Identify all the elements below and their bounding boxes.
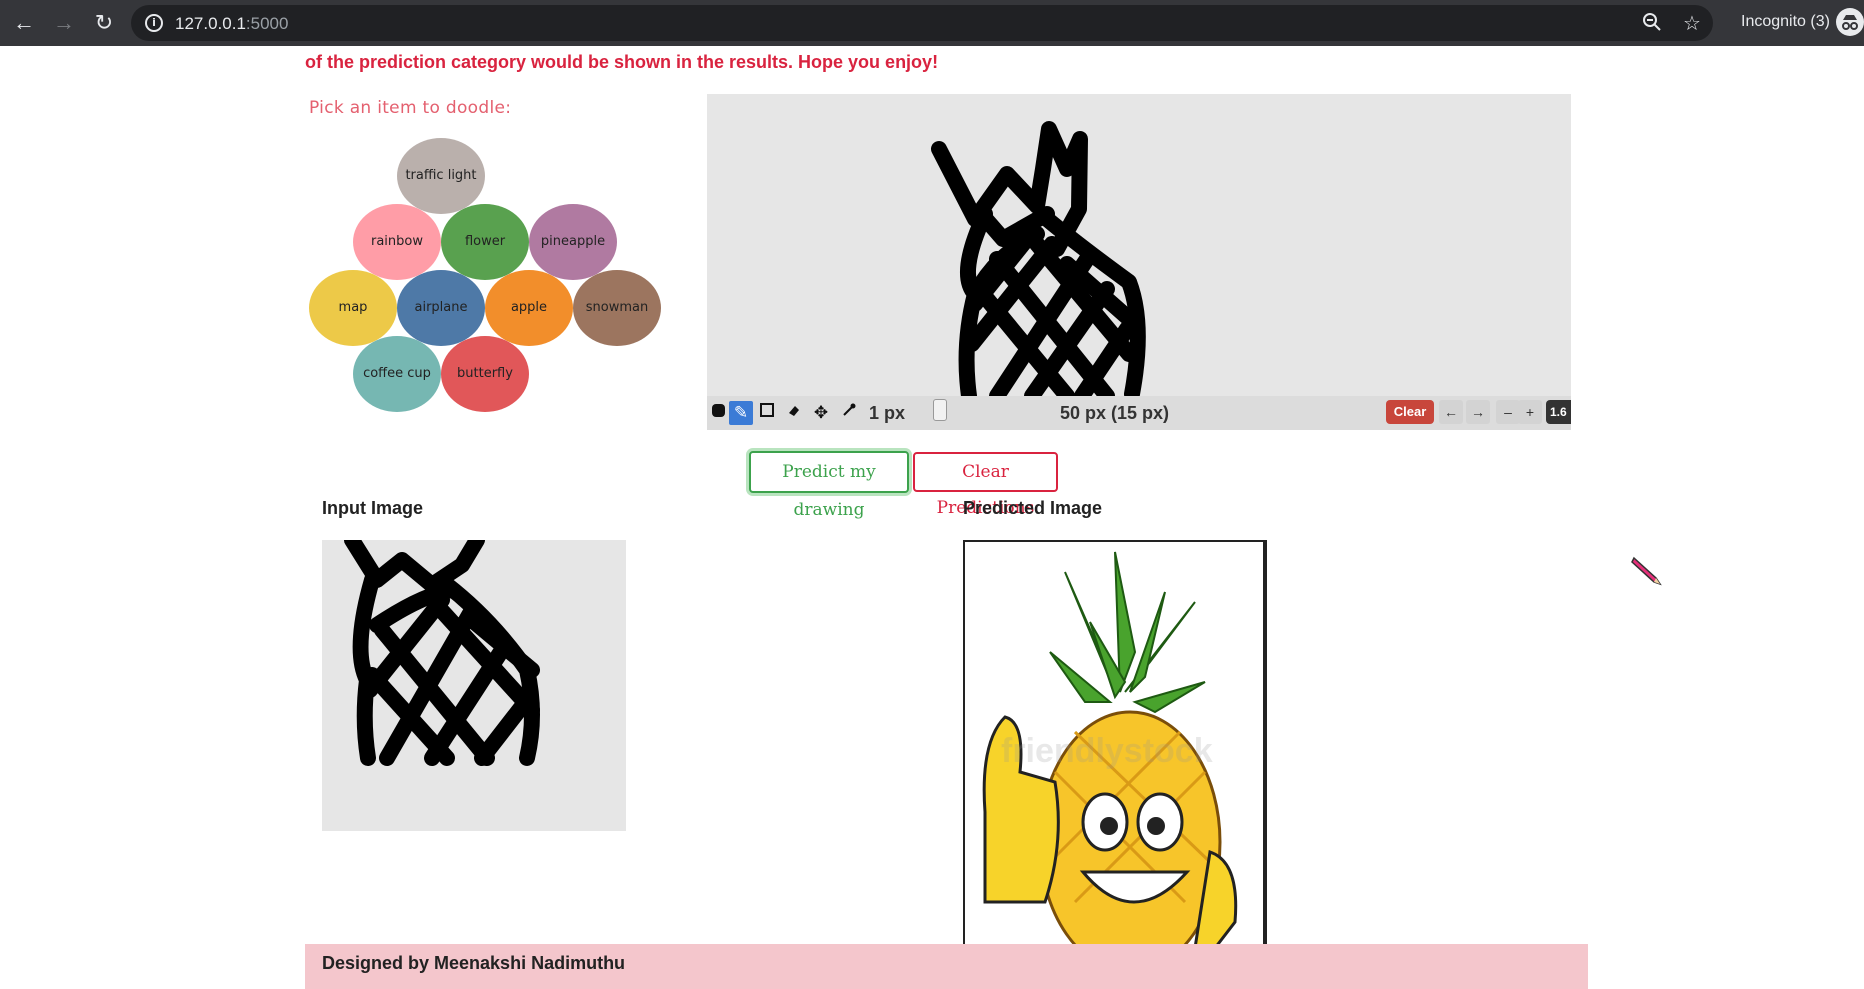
item-bubble-rainbow[interactable]: rainbow <box>353 204 441 280</box>
item-bubble-map[interactable]: map <box>309 270 397 346</box>
pencil-cursor-icon <box>1631 556 1662 586</box>
color-swatch-icon[interactable] <box>707 401 731 425</box>
url-port: :5000 <box>245 14 289 33</box>
incognito-label: Incognito (3) <box>1741 13 1830 30</box>
item-bubble-butterfly[interactable]: butterfly <box>441 336 529 412</box>
input-image-heading: Input Image <box>322 498 424 518</box>
item-bubble-snowman[interactable]: snowman <box>573 270 661 346</box>
browser-toolbar: ← → ↻ i 127.0.0.1:5000 ☆ Incognito (3) <box>0 0 1864 46</box>
undo-button[interactable]: ← <box>1439 400 1463 424</box>
zoom-icon[interactable] <box>1640 12 1664 36</box>
stroke-width-slider[interactable] <box>933 399 947 421</box>
zoom-in-button[interactable]: + <box>1518 400 1542 424</box>
eraser-icon[interactable] <box>782 401 806 425</box>
input-doodle-image <box>344 540 540 766</box>
drawing-canvas[interactable] <box>707 94 1571 428</box>
watermark-text: friendlystock <box>1001 732 1213 770</box>
move-icon[interactable]: ✥ <box>809 401 833 425</box>
zoom-out-button[interactable]: – <box>1496 400 1520 424</box>
item-bubble-pineapple[interactable]: pineapple <box>529 204 617 280</box>
rectangle-icon[interactable] <box>755 401 779 425</box>
item-bubble-apple[interactable]: apple <box>485 270 573 346</box>
footer: Designed by Meenakshi Nadimuthu <box>305 944 1588 989</box>
eyedropper-icon[interactable] <box>837 401 861 425</box>
forward-arrow-icon[interactable]: → <box>50 9 78 37</box>
brush-size-readout: 50 px (15 px) <box>1060 403 1170 423</box>
url-host: 127.0.0.1 <box>175 14 246 33</box>
address-bar[interactable]: i 127.0.0.1:5000 ☆ <box>131 5 1713 41</box>
pick-item-label: Pick an item to doodle: <box>309 98 512 118</box>
clear-canvas-button[interactable]: Clear <box>1386 400 1434 424</box>
predict-button[interactable]: Predict my drawing <box>749 451 909 520</box>
back-arrow-icon[interactable]: ← <box>10 9 38 37</box>
pineapple-doodle <box>931 121 1146 396</box>
item-bubble-airplane[interactable]: airplane <box>397 270 485 346</box>
star-icon[interactable]: ☆ <box>1680 12 1704 36</box>
page-content: of the prediction category would be show… <box>0 46 1864 989</box>
pencil-icon[interactable]: ✎ <box>729 401 753 425</box>
zoom-readout: 1.6 <box>1546 400 1571 424</box>
reload-icon[interactable]: ↻ <box>90 9 118 37</box>
predicted-image: friendlystock <box>963 540 1267 950</box>
info-icon[interactable]: i <box>145 14 163 32</box>
intro-text: of the prediction category would be show… <box>305 52 939 72</box>
predicted-image-heading: Predicted Image <box>963 498 1103 518</box>
url-text[interactable]: 127.0.0.1:5000 <box>175 14 288 34</box>
item-bubble-flower[interactable]: flower <box>441 204 529 280</box>
redo-button[interactable]: → <box>1466 400 1490 424</box>
footer-text: Designed by Meenakshi Nadimuthu <box>322 953 626 973</box>
incognito-icon[interactable] <box>1836 8 1864 36</box>
input-image <box>322 540 626 831</box>
item-bubble-coffee-cup[interactable]: coffee cup <box>353 336 441 412</box>
stroke-width-readout: 1 px <box>869 403 906 423</box>
item-bubble-traffic-light[interactable]: traffic light <box>397 138 485 214</box>
clear-predictions-button[interactable]: Clear Predictions <box>913 452 1058 518</box>
